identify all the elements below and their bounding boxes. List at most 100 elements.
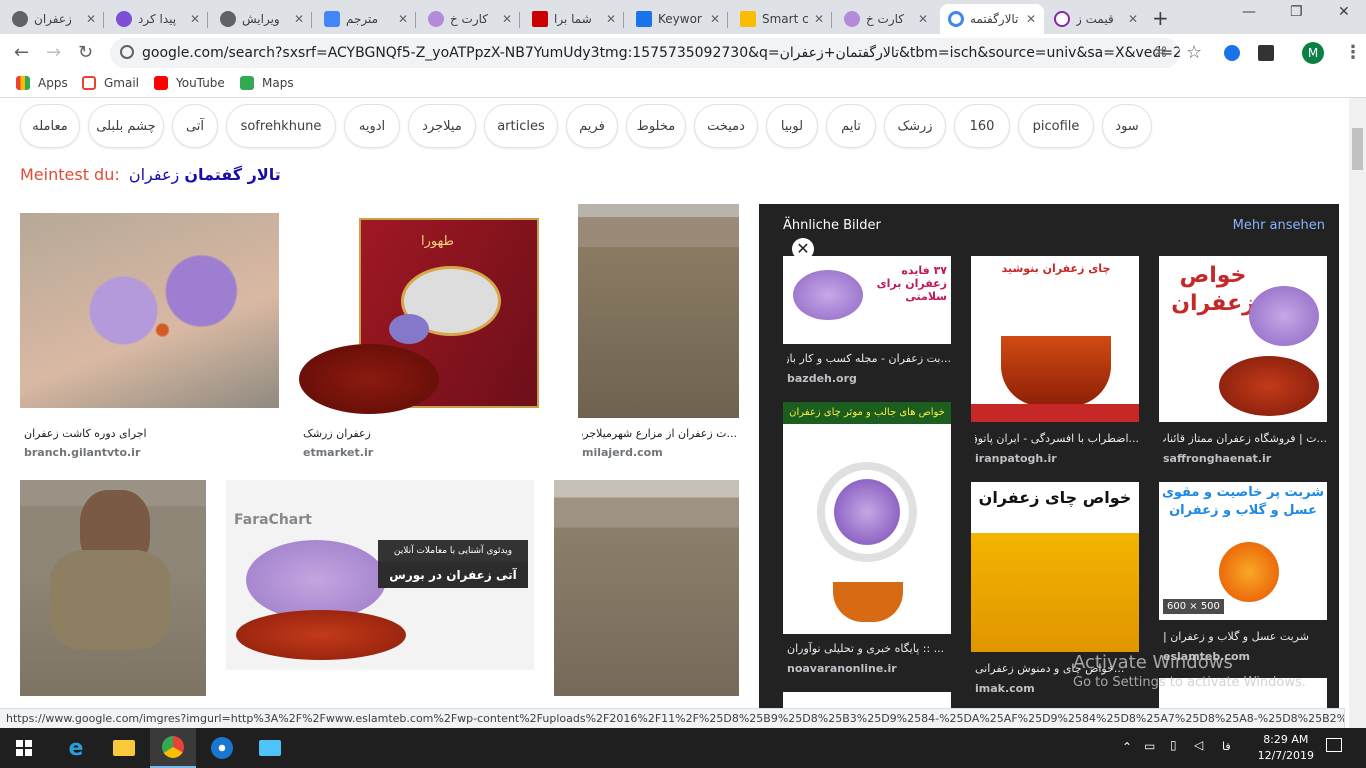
close-tab-icon[interactable]: ✕: [1026, 12, 1036, 26]
chip[interactable]: معامله: [20, 104, 80, 148]
info-icon[interactable]: [120, 45, 134, 59]
notifications-icon[interactable]: [1326, 738, 1342, 752]
browser-tab[interactable]: زعفران ✕: [4, 4, 104, 34]
apps-grid-icon: [16, 76, 30, 90]
profile-avatar[interactable]: M: [1302, 42, 1324, 64]
saffron-threads: [236, 610, 406, 660]
related-search-chips: سود picofile 160 زرشک تایم لوبیا دمیخت م…: [0, 104, 1366, 150]
address-bar[interactable]: google.com/search?sxsrf=ACYBGNQf5-Z_yoAT…: [110, 38, 1180, 68]
image-result[interactable]: ...ت زعفران از مزارع شهرمیلاجرد milajerd…: [578, 204, 739, 463]
browser-tab[interactable]: قیمت ز ✕: [1046, 4, 1146, 34]
chip[interactable]: فریم: [566, 104, 618, 148]
close-tab-icon[interactable]: ✕: [710, 12, 720, 26]
close-tab-icon[interactable]: ✕: [294, 12, 304, 26]
chevron-up-icon[interactable]: ⌃: [1122, 740, 1132, 754]
volume-icon[interactable]: ◁: [1194, 738, 1203, 752]
bookmark-gmail[interactable]: Gmail: [82, 76, 139, 90]
similar-image-thumbnail: چای زعفران بنوشید: [971, 256, 1139, 422]
image-result[interactable]: اجرای دوره کاشت زعفران branch.gilantvto.…: [20, 213, 279, 463]
url-text: google.com/search?sxsrf=ACYBGNQf5-Z_yoAT…: [142, 45, 1180, 61]
similar-image-thumbnail: خواص چای زعفران: [971, 482, 1139, 652]
bookmark-youtube[interactable]: YouTube: [154, 76, 225, 90]
scrollbar-thumb[interactable]: [1352, 128, 1363, 170]
maximize-button[interactable]: ❐: [1290, 4, 1303, 20]
close-tab-icon[interactable]: ✕: [86, 12, 96, 26]
close-tab-icon[interactable]: ✕: [918, 12, 928, 26]
browser-tab[interactable]: Smart c ✕: [732, 4, 832, 34]
browser-tab[interactable]: پیدا کرد ✕: [108, 4, 208, 34]
network-icon[interactable]: ▯: [1170, 738, 1177, 752]
banner: [971, 404, 1139, 422]
page-scrollbar[interactable]: [1349, 98, 1366, 728]
minimize-button[interactable]: —: [1242, 4, 1256, 20]
flower: [1249, 286, 1319, 346]
chip[interactable]: آتی: [172, 104, 218, 148]
extension-icon[interactable]: [1258, 45, 1274, 61]
chip[interactable]: ادویه: [344, 104, 400, 148]
similar-image-card[interactable]: ۳۷ فایده زعفران برای سلامتی ...بت زعفران…: [783, 256, 951, 386]
browser-tab[interactable]: Keywor ✕: [628, 4, 728, 34]
chip[interactable]: زرشک: [884, 104, 946, 148]
chip[interactable]: تایم: [826, 104, 876, 148]
chip[interactable]: میلاجرد: [408, 104, 476, 148]
chip[interactable]: لوبیا: [766, 104, 818, 148]
image-result[interactable]: طهورا زعفران زرشک etmarket.ir: [299, 204, 558, 463]
image-result[interactable]: [554, 480, 739, 696]
translate-icon[interactable]: ⌘: [1154, 45, 1168, 61]
similar-image-card[interactable]: خواص های جالب و موثر چای زعفران ... :: پ…: [783, 402, 951, 682]
browser-tab-active[interactable]: تالارگفتمه ✕: [940, 4, 1044, 34]
chip[interactable]: articles: [484, 104, 558, 148]
see-more-link[interactable]: Mehr ansehen: [1233, 218, 1325, 233]
back-button[interactable]: ←: [14, 42, 29, 63]
close-tab-icon[interactable]: ✕: [606, 12, 616, 26]
extension-icon[interactable]: [1224, 45, 1240, 61]
did-you-mean-link[interactable]: تالار گفتمان زعفران: [129, 165, 281, 184]
browser-tab[interactable]: مترجم ✕: [316, 4, 416, 34]
chip[interactable]: سود: [1102, 104, 1152, 148]
infographic-circle: [817, 462, 917, 562]
forward-button[interactable]: →: [46, 42, 61, 63]
close-tab-icon[interactable]: ✕: [814, 12, 824, 26]
similar-image-card[interactable]: خواص زعفران ...ت | فروشگاه زعفران ممتاز …: [1159, 256, 1327, 465]
close-tab-icon[interactable]: ✕: [398, 12, 408, 26]
chrome-taskbar-icon[interactable]: [150, 728, 196, 768]
chip[interactable]: 160: [954, 104, 1010, 148]
browser-tab[interactable]: کارت خ ✕: [836, 4, 936, 34]
media-player-icon[interactable]: [208, 734, 236, 762]
image-result[interactable]: FaraChart ویدئوی آشنایی با معاملات آنلای…: [226, 480, 534, 696]
file-explorer-icon[interactable]: [110, 734, 138, 762]
reload-button[interactable]: ↻: [78, 42, 93, 63]
chip[interactable]: چشم بلبلی: [88, 104, 164, 148]
tab-favicon: [532, 11, 548, 27]
close-tab-icon[interactable]: ✕: [1128, 12, 1138, 26]
close-tab-icon[interactable]: ✕: [502, 12, 512, 26]
battery-icon[interactable]: ▭: [1144, 739, 1155, 753]
browser-tab[interactable]: شما برا ✕: [524, 4, 624, 34]
image-result[interactable]: [20, 480, 206, 696]
chip[interactable]: مخلوط: [626, 104, 686, 148]
app-icon[interactable]: [256, 734, 284, 762]
browser-toolbar: ← → ↻ google.com/search?sxsrf=ACYBGNQf5-…: [0, 34, 1366, 72]
similar-image-card[interactable]: چای زعفران بنوشید ...اضطراب با افسردگی -…: [971, 256, 1139, 465]
chip[interactable]: picofile: [1018, 104, 1094, 148]
bookmark-star-icon[interactable]: ☆: [1186, 42, 1202, 63]
browser-tab[interactable]: ویرایش ✕: [212, 4, 312, 34]
edge-icon[interactable]: e: [62, 734, 90, 762]
new-tab-button[interactable]: +: [1152, 6, 1169, 30]
farmer-thumbnail: [20, 480, 206, 696]
chip[interactable]: دمیخت: [694, 104, 758, 148]
taskbar-clock[interactable]: 8:29 AM 12/7/2019: [1258, 732, 1314, 764]
windows-start-icon[interactable]: [10, 734, 38, 762]
chip[interactable]: sofrehkhune: [226, 104, 336, 148]
similar-image-thumbnail: ۳۷ فایده زعفران برای سلامتی: [783, 256, 951, 344]
honey-bowl: [1219, 542, 1279, 602]
menu-icon[interactable]: ⋮: [1344, 42, 1362, 63]
browser-tab[interactable]: کارت خ ✕: [420, 4, 520, 34]
bookmark-apps[interactable]: Apps: [16, 76, 68, 90]
language-indicator[interactable]: فا: [1222, 740, 1231, 753]
saffron-field-thumbnail: [554, 480, 739, 696]
bookmark-maps[interactable]: Maps: [240, 76, 294, 90]
close-tab-icon[interactable]: ✕: [190, 12, 200, 26]
farachart-thumbnail: FaraChart ویدئوی آشنایی با معاملات آنلای…: [226, 480, 534, 670]
close-window-button[interactable]: ✕: [1338, 4, 1350, 20]
